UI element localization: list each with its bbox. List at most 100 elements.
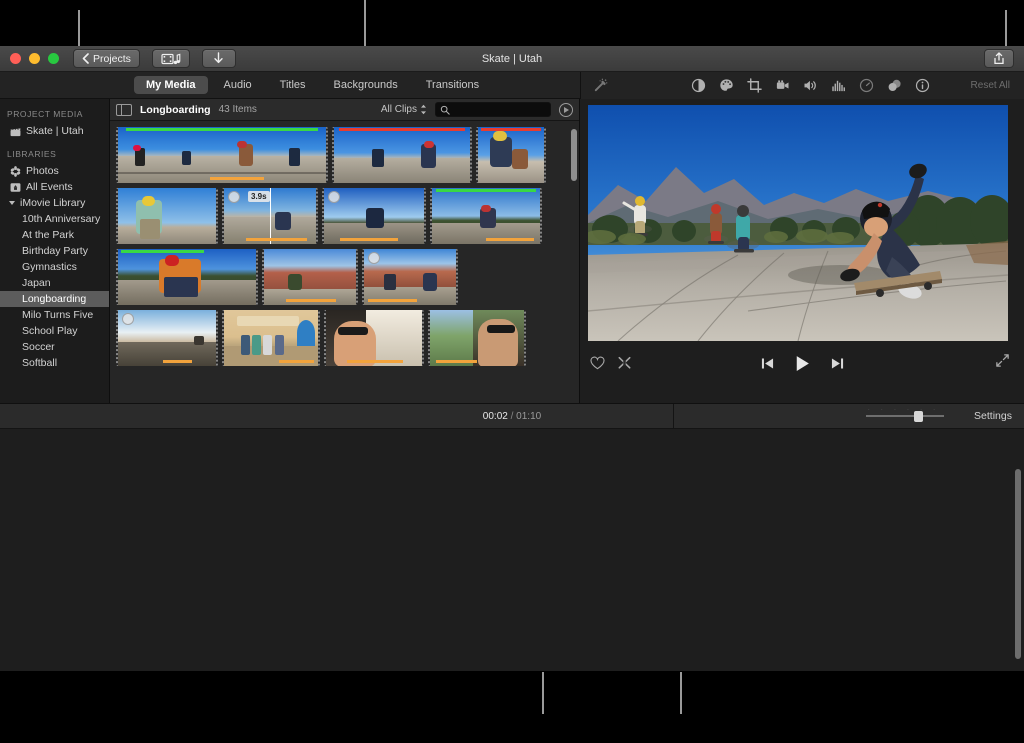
filmstrip-clip[interactable] xyxy=(116,188,218,244)
heart-icon[interactable] xyxy=(590,356,605,370)
sidebar-item-imovie-library[interactable]: iMovie Library xyxy=(0,195,109,211)
tab-backgrounds[interactable]: Backgrounds xyxy=(322,76,410,94)
current-time: 00:02 xyxy=(483,411,508,422)
timeline-header: 00:02 / 01:10 · · · · · · · Settings xyxy=(0,403,1024,429)
filmstrip-row xyxy=(114,249,579,305)
tab-transitions[interactable]: Transitions xyxy=(414,76,491,94)
sidebar-item-label: Photos xyxy=(26,165,59,177)
callout-line-timeline xyxy=(542,672,544,714)
zoom-slider-knob[interactable] xyxy=(914,411,923,422)
time-separator: / xyxy=(511,411,514,422)
sidebar-item-milo-turns-five[interactable]: Milo Turns Five xyxy=(0,307,109,323)
sidebar-item-japan[interactable]: Japan xyxy=(0,275,109,291)
filmstrip-clip[interactable] xyxy=(428,310,526,366)
import-media-button[interactable] xyxy=(202,49,236,68)
share-button[interactable] xyxy=(984,49,1014,68)
sidebar-item-label: 10th Anniversary xyxy=(22,213,100,225)
sidebar-toggle-icon[interactable] xyxy=(116,104,132,116)
sidebar-item-soccer[interactable]: Soccer xyxy=(0,339,109,355)
browser-scrollbar[interactable] xyxy=(571,129,577,181)
circle-badge-icon xyxy=(228,191,240,203)
filters-icon[interactable] xyxy=(887,78,902,93)
sidebar-item-birthday-party[interactable]: Birthday Party xyxy=(0,243,109,259)
reject-x-icon[interactable] xyxy=(617,356,632,370)
sidebar-item-longboarding[interactable]: Longboarding xyxy=(0,291,109,307)
skip-to-start-icon[interactable] xyxy=(761,357,774,370)
disclosure-triangle-icon[interactable] xyxy=(9,201,15,205)
search-input[interactable] xyxy=(435,102,551,117)
filmstrip-clip[interactable] xyxy=(322,188,426,244)
favorite-marker xyxy=(436,189,535,192)
speed-icon[interactable] xyxy=(859,78,874,93)
sidebar-item-at-the-park[interactable]: At the Park xyxy=(0,227,109,243)
timeline: 4.0s – THE GREAT SKATE TRIP 1.8s – MOAB … xyxy=(0,429,1024,671)
media-import-button[interactable] xyxy=(152,49,190,68)
clapperboard-icon xyxy=(10,126,21,137)
filmstrip-clip[interactable] xyxy=(324,310,424,366)
browser-header: Longboarding 43 Items All Clips xyxy=(110,99,579,121)
filmstrip-clip[interactable]: 3.9s xyxy=(222,188,318,244)
rejected-marker xyxy=(481,128,542,131)
skip-to-end-icon[interactable] xyxy=(831,357,844,370)
tab-audio[interactable]: Audio xyxy=(212,76,264,94)
color-correction-icon[interactable] xyxy=(719,78,734,93)
filmstrip-row xyxy=(114,310,579,366)
info-icon[interactable] xyxy=(915,78,930,93)
fullscreen-icon[interactable] xyxy=(995,353,1010,368)
filmstrip-clip[interactable] xyxy=(116,310,218,366)
sidebar-item-label: Skate | Utah xyxy=(26,125,84,137)
timeline-vertical-scrollbar[interactable] xyxy=(1015,469,1021,659)
play-circle-icon[interactable] xyxy=(559,103,573,117)
filmstrip-clip[interactable] xyxy=(222,310,320,366)
sidebar-item-label: Soccer xyxy=(22,341,55,353)
download-arrow-icon xyxy=(213,52,224,65)
stabilization-icon[interactable] xyxy=(775,78,790,93)
filmstrip-clip[interactable] xyxy=(362,249,458,305)
filmstrip-clip[interactable] xyxy=(476,127,546,183)
clip-filter-dropdown[interactable]: All Clips xyxy=(381,104,427,115)
close-button[interactable] xyxy=(10,53,21,64)
timeline-settings-button[interactable]: Settings xyxy=(974,410,1012,422)
volume-icon[interactable] xyxy=(803,78,818,93)
tab-my-media[interactable]: My Media xyxy=(134,76,208,94)
color-balance-icon[interactable] xyxy=(691,78,706,93)
rejected-marker xyxy=(339,128,464,131)
filmstrip-clip[interactable] xyxy=(262,249,358,305)
minimize-button[interactable] xyxy=(29,53,40,64)
sidebar-item-all-events[interactable]: All Events xyxy=(0,179,109,195)
duration-badge: 3.9s xyxy=(248,191,270,202)
circle-badge-icon xyxy=(122,313,134,325)
timeline-zoom-slider[interactable]: · · · · · · · xyxy=(866,415,944,417)
sidebar-item-10th-anniversary[interactable]: 10th Anniversary xyxy=(0,211,109,227)
equalizer-icon[interactable] xyxy=(831,78,846,93)
sidebar-item-softball[interactable]: Softball xyxy=(0,355,109,371)
filmstrip-clip[interactable] xyxy=(332,127,472,183)
sidebar-item-label: Milo Turns Five xyxy=(22,309,93,321)
circle-badge-icon xyxy=(328,191,340,203)
tab-titles[interactable]: Titles xyxy=(268,76,318,94)
imovie-window: Projects Skate | Utah xyxy=(0,46,1024,671)
favorite-marker xyxy=(121,250,204,253)
sidebar-item-label: Gymnastics xyxy=(22,261,77,273)
projects-button[interactable]: Projects xyxy=(73,49,140,68)
play-icon[interactable] xyxy=(794,355,811,372)
callout-line-projects xyxy=(78,10,80,46)
reset-all-button[interactable]: Reset All xyxy=(971,80,1010,91)
crop-icon[interactable] xyxy=(747,78,762,93)
filmstrip-clip[interactable] xyxy=(430,188,542,244)
sidebar-item-photos[interactable]: Photos xyxy=(0,163,109,179)
filmstrip-clip[interactable] xyxy=(116,249,258,305)
zoom-button[interactable] xyxy=(48,53,59,64)
clip-filter-label: All Clips xyxy=(381,104,417,115)
sidebar-item-gymnastics[interactable]: Gymnastics xyxy=(0,259,109,275)
sidebar-item-school-play[interactable]: School Play xyxy=(0,323,109,339)
sidebar-item-skate-utah[interactable]: Skate | Utah xyxy=(0,123,109,139)
viewer-video-frame[interactable] xyxy=(588,105,1008,341)
middle-region: PROJECT MEDIA Skate | Utah LIBRARIES xyxy=(0,99,1024,403)
stepper-arrows-icon xyxy=(420,104,427,115)
traffic-lights xyxy=(10,53,59,64)
magic-wand-icon[interactable] xyxy=(593,78,608,93)
all-events-icon xyxy=(10,182,21,193)
viewer xyxy=(580,99,1024,403)
filmstrip-clip[interactable] xyxy=(116,127,328,183)
